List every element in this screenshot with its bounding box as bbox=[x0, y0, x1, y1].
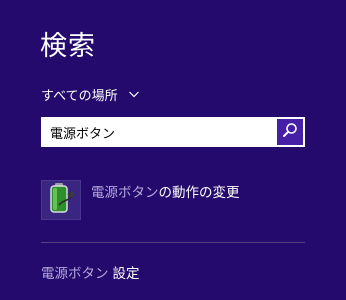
search-box bbox=[41, 117, 305, 147]
search-input[interactable] bbox=[41, 117, 275, 147]
result-thumbnail bbox=[41, 180, 81, 220]
settings-search-link[interactable]: 電源ボタン 設定 bbox=[41, 262, 140, 282]
result-match-text: 電源ボタン bbox=[91, 185, 159, 201]
search-result-label: 電源ボタンの動作の変更 bbox=[91, 181, 240, 201]
page-title: 検索 bbox=[40, 31, 96, 62]
magnifier-icon bbox=[282, 122, 298, 142]
footer-match-text: 電源ボタン bbox=[41, 266, 109, 282]
divider bbox=[41, 242, 305, 243]
footer-rest-text: 設定 bbox=[112, 266, 140, 282]
search-button[interactable] bbox=[277, 119, 303, 145]
chevron-down-icon bbox=[128, 88, 140, 100]
search-pane: 検索 すべての場所 電源ボタン 電源ボタンの動作の変更 電源ボタン 設定 bbox=[0, 0, 346, 300]
search-result-item[interactable]: 電源ボタンの動作の変更 bbox=[41, 180, 240, 222]
battery-power-icon bbox=[45, 181, 77, 219]
search-scope-dropdown[interactable]: すべての場所 bbox=[41, 84, 140, 104]
search-scope-label: すべての場所 bbox=[41, 88, 118, 104]
result-rest-text: の動作の変更 bbox=[158, 185, 240, 201]
